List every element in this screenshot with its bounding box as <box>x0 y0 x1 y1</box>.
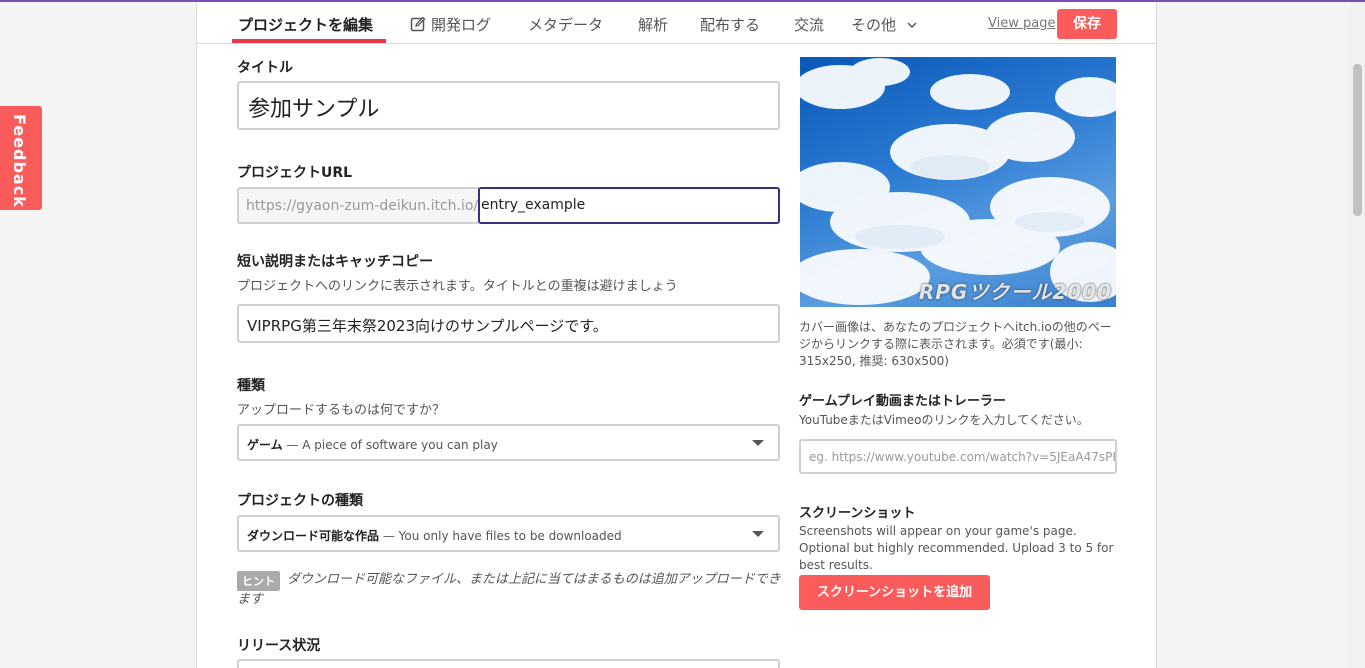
project-type-description: — You only have files to be downloaded <box>382 529 622 543</box>
short-description-label: 短い説明またはキャッチコピー <box>237 254 433 270</box>
cover-image[interactable]: RPGツクール2000 <box>800 57 1116 307</box>
project-type-label: プロジェクトの種類 <box>237 493 363 509</box>
tab-bar: プロジェクトを編集 開発ログ メタデータ 解析 配布する 交流 その他 View… <box>197 2 1156 44</box>
kind-selected: ゲーム <box>247 438 283 452</box>
cloud-image <box>800 58 1116 305</box>
scrollbar[interactable] <box>1350 2 1365 668</box>
kind-label: 種類 <box>237 378 265 394</box>
screenshots-help: Screenshots will appear on your game's p… <box>799 524 1114 572</box>
active-tab-indicator <box>232 39 386 43</box>
tab-metadata[interactable]: メタデータ <box>528 14 603 35</box>
project-type-select[interactable]: ダウンロード可能な作品 — You only have files to be … <box>237 515 780 552</box>
scrollbar-thumb[interactable] <box>1353 64 1362 216</box>
view-page-link[interactable]: View page <box>988 16 1055 31</box>
project-type-selected: ダウンロード可能な作品 <box>247 529 380 543</box>
add-screenshot-button[interactable]: スクリーンショットを追加 <box>799 575 990 610</box>
tab-devlog[interactable]: 開発ログ <box>410 14 491 35</box>
video-url-input[interactable]: eg. https://www.youtube.com/watch?v=5JEa… <box>799 439 1117 474</box>
save-button[interactable]: 保存 <box>1057 9 1117 39</box>
short-description-input[interactable]: VIPRPG第三年末祭2023向けのサンプルページです。 <box>237 304 780 343</box>
release-status-label: リリース状況 <box>237 638 321 654</box>
kind-help: アップロードするものは何ですか？ <box>237 403 446 418</box>
chevron-down-icon <box>907 22 917 29</box>
kind-select[interactable]: ゲーム — A piece of software you can play <box>237 424 780 461</box>
edit-icon <box>410 16 426 32</box>
short-description-help: プロジェクトへのリンクに表示されます。タイトルとの重複は避けましょう <box>237 279 678 294</box>
url-slug-input[interactable]: entry_example <box>478 187 780 224</box>
hint-text: ダウンロード可能なファイル、または上記に当てはまるものは追加アップロードできます <box>237 572 781 607</box>
kind-description: — A piece of software you can play <box>286 438 498 452</box>
cover-help: カバー画像は、あなたのプロジェクトへitch.ioの他のページからリンクする際に… <box>799 320 1112 368</box>
tab-more-label: その他 <box>851 16 897 34</box>
title-input[interactable]: 参加サンプル <box>237 81 780 130</box>
release-status-select[interactable] <box>237 659 780 668</box>
video-label: ゲームプレイ動画またはトレーラー <box>799 394 1006 409</box>
title-label: タイトル <box>237 60 293 76</box>
caret-down-icon <box>752 531 764 537</box>
hint-badge: ヒント <box>237 571 280 591</box>
tab-analytics[interactable]: 解析 <box>638 14 668 35</box>
feedback-tab[interactable]: Feedback <box>0 106 42 210</box>
tab-edit-project[interactable]: プロジェクトを編集 <box>238 14 373 35</box>
screenshots-label: スクリーンショット <box>799 506 916 521</box>
video-help: YouTubeまたはVimeoのリンクを入力してください。 <box>799 413 1089 427</box>
feedback-label: Feedback <box>10 114 29 208</box>
tab-community[interactable]: 交流 <box>794 14 824 35</box>
edit-project-page: プロジェクトを編集 開発ログ メタデータ 解析 配布する 交流 その他 View… <box>196 2 1157 668</box>
caret-down-icon <box>752 440 764 446</box>
url-prefix: https://gyaon-zum-deikun.itch.io/ <box>237 187 479 224</box>
tab-devlog-label: 開発ログ <box>431 16 492 34</box>
tab-distribute[interactable]: 配布する <box>700 14 760 35</box>
url-label: プロジェクトURL <box>237 165 353 181</box>
tab-more[interactable]: その他 <box>851 14 917 35</box>
cover-watermark: RPGツクール2000 <box>918 280 1112 304</box>
